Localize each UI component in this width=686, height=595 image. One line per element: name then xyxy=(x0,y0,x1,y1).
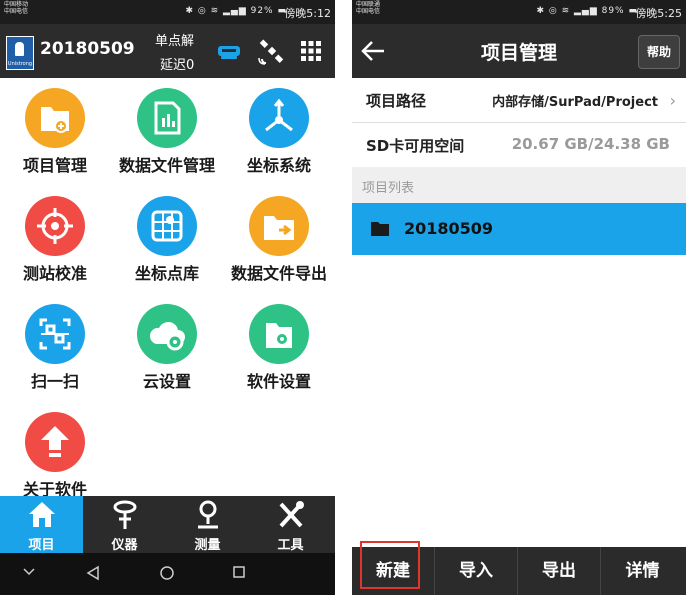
bottom-nav: 项目 仪器 测量 工具 xyxy=(0,496,335,553)
project-path-label: 项目路径 xyxy=(366,92,427,110)
cloud-settings-icon xyxy=(137,304,197,364)
app-label: 扫一扫 xyxy=(30,372,79,391)
qr-scan-icon xyxy=(25,304,85,364)
tools-icon xyxy=(279,501,304,528)
details-button[interactable]: 详情 xyxy=(601,547,684,595)
app-header: 项目管理 帮助 xyxy=(352,24,686,78)
nav-project[interactable]: 项目 xyxy=(0,496,83,553)
status-icons: ✱ ◎ ≋ ▂▄▆ 89% ▬ xyxy=(536,6,638,16)
project-list-item[interactable]: 20180509 xyxy=(352,203,686,255)
sd-space-value: 20.67 GB/24.38 GB xyxy=(511,135,670,153)
app-coordinate-library[interactable]: 坐标点库 xyxy=(112,186,222,294)
chevron-right-icon: › xyxy=(669,91,676,110)
coordinate-axes-icon xyxy=(249,88,309,148)
app-coordinate-system[interactable]: 坐标系统 xyxy=(224,78,334,186)
app-label: 坐标点库 xyxy=(134,264,199,283)
app-scan[interactable]: 扫一扫 xyxy=(0,294,110,402)
sd-space-label: SD卡可用空间 xyxy=(366,137,465,155)
target-icon xyxy=(25,196,85,256)
app-label: 测站校准 xyxy=(22,264,87,283)
app-software-settings[interactable]: 软件设置 xyxy=(224,294,334,402)
app-label: 软件设置 xyxy=(246,372,311,391)
status-icons: ✱ ◎ ≋ ▂▄▆ 92% ▬ xyxy=(185,6,287,16)
app-logo-icon: Unistrong xyxy=(6,36,34,70)
app-label: 坐标系统 xyxy=(246,156,311,175)
highlight-box xyxy=(360,541,420,589)
folder-icon xyxy=(371,222,389,236)
nav-instrument[interactable]: 仪器 xyxy=(83,496,166,553)
app-data-file-export[interactable]: 数据文件导出 xyxy=(224,186,334,294)
data-file-icon xyxy=(137,88,197,148)
upload-arrow-icon xyxy=(25,412,85,472)
instrument-icon xyxy=(113,500,137,529)
app-about-software[interactable]: 关于软件 xyxy=(0,402,110,510)
status-time: 傍晚5:25 xyxy=(635,7,682,20)
main-menu-screen: 中国移动 中国电信 ✱ ◎ ≋ ▂▄▆ 92% ▬ 傍晚5:12 Unistron… xyxy=(0,0,335,595)
app-label: 项目管理 xyxy=(22,156,87,175)
home-icon xyxy=(29,502,55,527)
grid-menu-icon[interactable] xyxy=(300,40,322,62)
home-circle-icon[interactable] xyxy=(159,565,175,581)
project-list-header: 项目列表 xyxy=(352,167,686,203)
nav-label: 测量 xyxy=(194,538,221,553)
map-point-icon xyxy=(137,196,197,256)
project-folder-icon xyxy=(25,88,85,148)
app-label: 数据文件导出 xyxy=(230,264,327,283)
app-grid: 项目管理 数据文件管理 坐标系统 测站校准 坐标点库 数据文件导出 扫一扫 云设… xyxy=(0,78,335,499)
help-button[interactable]: 帮助 xyxy=(638,35,680,69)
map-pin-icon xyxy=(198,500,218,529)
recents-square-icon[interactable] xyxy=(232,565,246,579)
nav-tools[interactable]: 工具 xyxy=(249,496,332,553)
solution-status: 单点解 xyxy=(155,34,195,49)
nav-label: 仪器 xyxy=(111,538,138,553)
status-bar: 中国联通 中国电信 ✱ ◎ ≋ ▂▄▆ 89% ▬ 傍晚5:25 xyxy=(352,0,686,24)
action-bar: 新建 导入 导出 详情 xyxy=(352,541,686,595)
app-station-calibration[interactable]: 测站校准 xyxy=(0,186,110,294)
app-label: 云设置 xyxy=(142,372,191,391)
nav-label: 项目 xyxy=(28,538,55,553)
satellite-icon[interactable] xyxy=(258,37,286,65)
project-path-row[interactable]: 项目路径 内部存储/SurPad/Project › xyxy=(352,78,686,123)
app-header: Unistrong 20180509 单点解 延迟0 xyxy=(0,24,335,78)
system-nav-bar xyxy=(0,553,335,595)
receiver-icon[interactable] xyxy=(217,39,241,63)
carrier-names: 中国联通 中国电信 xyxy=(356,1,381,15)
software-settings-icon xyxy=(249,304,309,364)
status-bar: 中国移动 中国电信 ✱ ◎ ≋ ▂▄▆ 92% ▬ 傍晚5:12 xyxy=(0,0,335,24)
import-button[interactable]: 导入 xyxy=(435,547,518,595)
chevron-down-icon[interactable] xyxy=(22,565,36,579)
current-project-name[interactable]: 20180509 xyxy=(40,39,135,59)
back-triangle-icon[interactable] xyxy=(86,565,100,581)
export-folder-icon xyxy=(249,196,309,256)
app-label: 数据文件管理 xyxy=(118,156,215,175)
project-management-screen: 中国联通 中国电信 ✱ ◎ ≋ ▂▄▆ 89% ▬ 傍晚5:25 项目管理 帮助 … xyxy=(352,0,686,595)
status-time: 傍晚5:12 xyxy=(284,7,331,20)
project-name: 20180509 xyxy=(404,219,494,238)
app-project-management[interactable]: 项目管理 xyxy=(0,78,110,186)
sd-space-row: SD卡可用空间 20.67 GB/24.38 GB xyxy=(352,123,686,168)
delay-status: 延迟0 xyxy=(160,58,195,73)
export-button[interactable]: 导出 xyxy=(518,547,601,595)
nav-survey[interactable]: 测量 xyxy=(166,496,249,553)
app-cloud-settings[interactable]: 云设置 xyxy=(112,294,222,402)
page-title: 项目管理 xyxy=(480,42,557,64)
carrier-names: 中国移动 中国电信 xyxy=(4,1,29,15)
project-path-value: 内部存储/SurPad/Project xyxy=(492,95,658,110)
app-data-file-management[interactable]: 数据文件管理 xyxy=(112,78,222,186)
nav-label: 工具 xyxy=(277,538,304,553)
